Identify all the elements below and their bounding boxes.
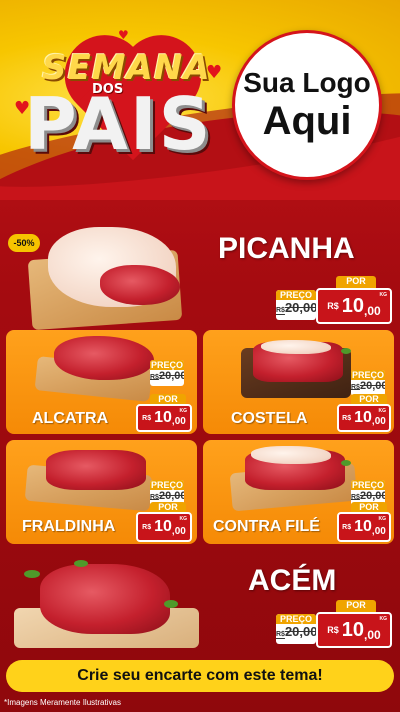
product-card-costela[interactable]: COSTELA PREÇO R$20,00 POR R$ 10 ,00 KG (203, 330, 394, 434)
flyer-page: ♥ ♥ ♥ SEMANA DOS PAIS Sua Logo Aqui -50%… (0, 0, 400, 712)
acem-image (14, 556, 204, 648)
product-card-fraldinha[interactable]: FRALDINHA PREÇO R$20,00 POR R$ 10 ,00 KG (6, 440, 197, 544)
logo-text-line1: Sua Logo (243, 67, 371, 98)
product-name-acem: ACÉM (248, 564, 337, 597)
product-name-fraldinha: FRALDINHA (22, 518, 116, 535)
product-name-costela: COSTELA (231, 410, 308, 427)
contra-file-image (229, 446, 361, 512)
product-card-alcatra[interactable]: ALCATRA PREÇO R$20,00 POR R$ 10 ,00 KG (6, 330, 197, 434)
campaign-title-pais: PAIS (24, 82, 213, 166)
costela-image (241, 338, 361, 398)
cta-banner[interactable]: Crie seu encarte com este tema! (6, 660, 394, 692)
product-name-alcatra: ALCATRA (32, 410, 109, 427)
picanha-image (27, 225, 183, 331)
fraldinha-image (24, 448, 156, 512)
logo-text-line2: Aqui (262, 99, 352, 143)
product-name-picanha: PICANHA (218, 232, 355, 265)
header-banner: ♥ ♥ ♥ SEMANA DOS PAIS Sua Logo Aqui (0, 0, 400, 200)
old-price: PREÇO R$20,00 (276, 290, 316, 320)
product-name-contra-file: CONTRA FILÉ (213, 518, 320, 535)
disclaimer-text: *Imagens Meramente Ilustrativas (4, 698, 121, 707)
small-heart-icon: ♥ (118, 28, 129, 42)
alcatra-image (34, 336, 156, 402)
product-card-contra-file[interactable]: CONTRA FILÉ PREÇO R$20,00 POR R$ 10 ,00 … (203, 440, 394, 544)
logo-placeholder[interactable]: Sua Logo Aqui (232, 30, 382, 180)
